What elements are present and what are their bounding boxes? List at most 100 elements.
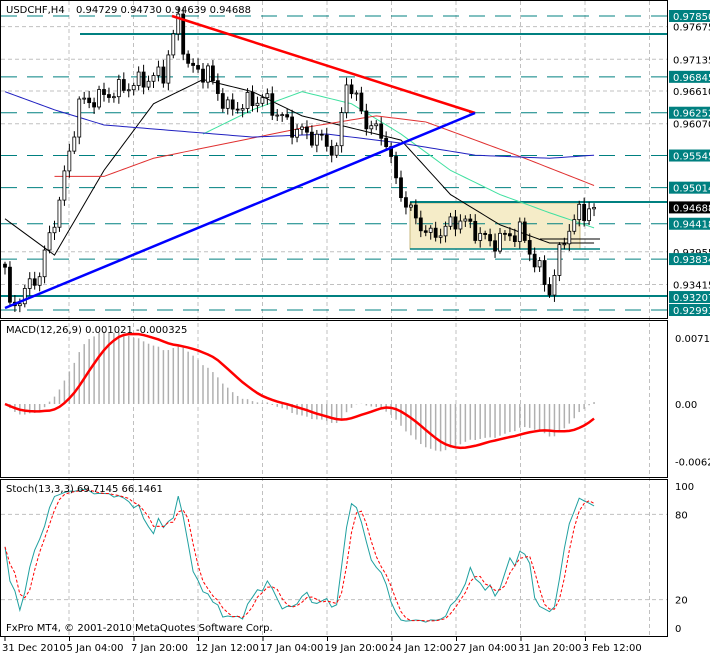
candle <box>121 79 126 91</box>
candle <box>507 233 512 237</box>
candle <box>493 240 497 252</box>
level-label: 0.92993 <box>673 306 710 317</box>
candle <box>62 170 67 201</box>
x-tick-label: 19 Jan 20:00 <box>325 643 388 653</box>
candle <box>250 92 255 107</box>
candle <box>587 208 591 221</box>
candle <box>151 75 156 82</box>
candle <box>215 80 220 94</box>
macd-frame <box>0 320 668 478</box>
candle <box>141 71 146 88</box>
candle <box>275 114 280 117</box>
candle <box>408 204 413 208</box>
candle <box>329 145 334 156</box>
candle <box>577 203 582 221</box>
candle <box>379 123 384 139</box>
candle <box>136 71 141 86</box>
main-frame <box>0 0 668 319</box>
candle <box>126 89 131 92</box>
candle <box>582 203 587 221</box>
price-tick-label: 0.96610 <box>673 87 710 98</box>
symbol-title: USDCHF,H4 <box>6 5 65 16</box>
candle <box>428 227 433 233</box>
candle <box>557 244 562 276</box>
trendlines <box>4 14 476 310</box>
candle <box>552 274 557 296</box>
candle <box>270 93 275 116</box>
candle <box>245 92 250 109</box>
candle <box>171 33 176 56</box>
candle <box>463 218 468 222</box>
candle <box>97 89 101 108</box>
candle <box>295 128 299 138</box>
candle <box>547 284 552 296</box>
candle <box>334 145 339 156</box>
candle <box>483 232 488 235</box>
candle <box>72 136 77 152</box>
stoch-d-line <box>4 489 595 622</box>
candle <box>404 197 408 208</box>
candle <box>305 126 309 133</box>
price-tick-label: 0.97675 <box>673 23 710 34</box>
candle <box>394 156 398 179</box>
candle <box>220 93 225 109</box>
x-tick-label: 31 Dec 2010 <box>2 643 66 653</box>
x-tick-label: 24 Jan 12:00 <box>389 643 452 653</box>
candle <box>488 234 493 242</box>
candle <box>453 216 458 230</box>
candle <box>359 92 364 112</box>
x-tick-label: 5 Jan 04:00 <box>67 643 124 653</box>
candle <box>260 97 265 104</box>
candle <box>102 89 106 95</box>
candle <box>354 92 359 95</box>
stoch-tick-label: 80 <box>675 510 688 521</box>
candle <box>37 276 42 286</box>
candle <box>458 220 463 230</box>
candle <box>42 249 47 278</box>
copyright: FxPro MT4, © 2001-2010 MetaQuotes Softwa… <box>6 623 273 634</box>
candle <box>146 80 151 88</box>
candles <box>3 7 596 313</box>
level-label: 0.96252 <box>673 109 710 120</box>
candle <box>240 108 245 111</box>
candle <box>572 219 577 232</box>
candle <box>230 99 235 110</box>
price-tick-label: 0.93415 <box>673 280 710 291</box>
candle <box>537 260 542 268</box>
candle <box>349 84 354 95</box>
macd-tick-label: -0.00626 <box>675 458 710 469</box>
candle <box>324 134 329 147</box>
macd-tick-label: 0.00718 <box>675 334 710 345</box>
ma-line-green <box>202 91 595 229</box>
stoch-tick-label: 0 <box>675 624 681 635</box>
candle <box>285 114 290 118</box>
candle <box>512 235 517 242</box>
candle <box>92 102 96 108</box>
candle <box>413 204 418 219</box>
candle <box>225 99 230 109</box>
candle <box>116 79 121 98</box>
candle <box>542 260 547 285</box>
candle <box>186 53 191 64</box>
x-tick-label: 3 Feb 12:00 <box>583 643 642 653</box>
candle <box>364 110 369 130</box>
candle <box>384 137 389 147</box>
candle <box>498 232 502 252</box>
stoch-k-line <box>4 488 595 623</box>
candle <box>201 68 205 83</box>
x-tick-label: 7 Jan 20:00 <box>131 643 188 653</box>
candle <box>87 97 92 104</box>
candle <box>314 133 319 146</box>
candle <box>57 199 62 228</box>
candle <box>527 240 532 255</box>
candle <box>107 94 111 98</box>
candle <box>562 243 567 246</box>
candle <box>448 216 453 227</box>
candle <box>290 116 295 138</box>
candle <box>300 126 304 130</box>
current-price-label: 0.94688 <box>673 203 710 214</box>
price-chart[interactable]: 31 Dec 2010 5 Jan 04:00 7 Jan 20:00 12 Jan … <box>0 0 710 653</box>
candle <box>592 206 596 210</box>
candle <box>17 303 22 307</box>
candle <box>27 278 32 289</box>
